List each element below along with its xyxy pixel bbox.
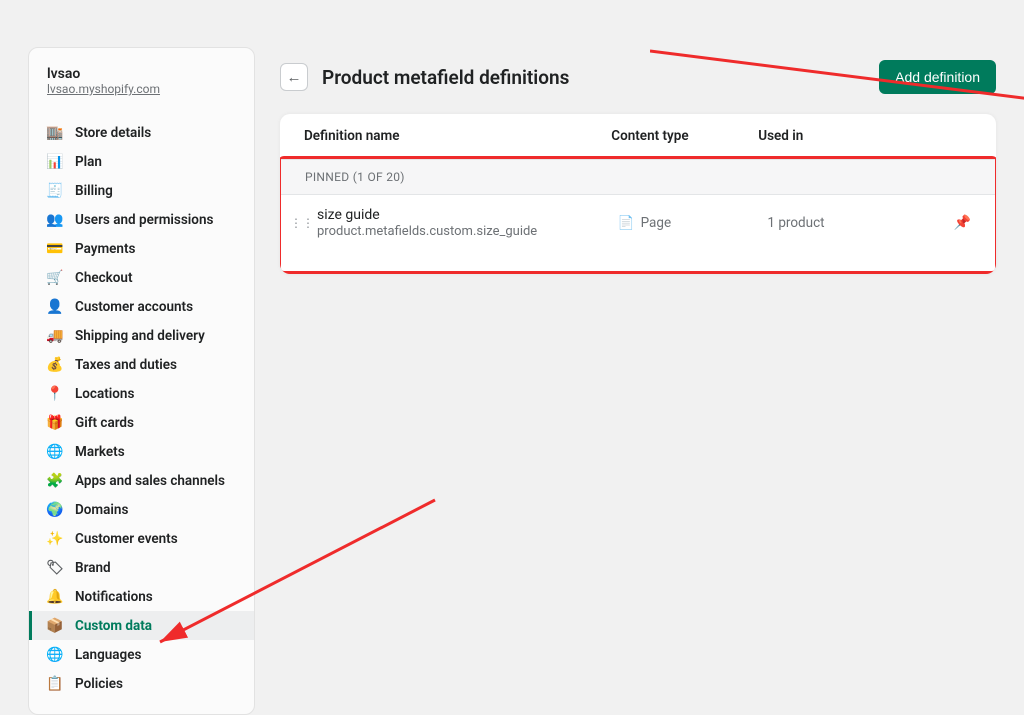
column-header-type: Content type bbox=[611, 128, 758, 144]
definition-row[interactable]: ⋮⋮size guideproduct.metafields.custom.si… bbox=[281, 195, 995, 251]
sidebar-item-label: Shipping and delivery bbox=[75, 328, 205, 344]
sidebar-item-label: Brand bbox=[75, 560, 111, 576]
sidebar-item-label: Customer accounts bbox=[75, 299, 193, 315]
sidebar-item-label: Gift cards bbox=[75, 415, 134, 431]
sidebar-item-label: Notifications bbox=[75, 589, 153, 605]
definition-used-in: 1 product bbox=[767, 215, 941, 231]
page-icon: 📄 bbox=[618, 215, 635, 231]
sidebar-item-domains[interactable]: 🌍 Domains bbox=[29, 495, 254, 524]
languages-icon: 🌐 bbox=[47, 647, 63, 663]
sidebar-item-custom-data[interactable]: 📦 Custom data bbox=[29, 611, 254, 640]
sidebar-item-apps-and-sales-channels[interactable]: 🧩 Apps and sales channels bbox=[29, 466, 254, 495]
sidebar: lvsao lvsao.myshopify.com 🏬 Store details… bbox=[28, 47, 255, 715]
markets-icon: 🌐 bbox=[47, 444, 63, 460]
sidebar-item-label: Policies bbox=[75, 676, 123, 692]
sidebar-item-label: Languages bbox=[75, 647, 141, 663]
sidebar-item-gift-cards[interactable]: 🎁 Gift cards bbox=[29, 408, 254, 437]
back-button[interactable]: ← bbox=[280, 63, 308, 91]
sidebar-item-label: Plan bbox=[75, 154, 102, 170]
sidebar-item-label: Users and permissions bbox=[75, 212, 213, 228]
shipping-and-delivery-icon: 🚚 bbox=[47, 328, 63, 344]
column-header-used: Used in bbox=[758, 128, 942, 144]
definition-name-block: size guideproduct.metafields.custom.size… bbox=[313, 207, 618, 239]
definition-key: product.metafields.custom.size_guide bbox=[317, 224, 618, 239]
sidebar-list: 🏬 Store details 📊 Plan 🧾 Billing 👥 Users and pe… bbox=[29, 118, 254, 698]
definition-content-type: 📄 Page bbox=[618, 215, 768, 231]
sidebar-item-brand[interactable]: 🏷 Brand bbox=[29, 553, 254, 582]
notifications-icon: 🔔 bbox=[47, 589, 63, 605]
plan-icon: 📊 bbox=[47, 154, 63, 170]
store-details-icon: 🏬 bbox=[47, 125, 63, 141]
sidebar-item-label: Locations bbox=[75, 386, 134, 402]
domains-icon: 🌍 bbox=[47, 502, 63, 518]
sidebar-item-customer-accounts[interactable]: 👤 Customer accounts bbox=[29, 292, 254, 321]
sidebar-item-languages[interactable]: 🌐 Languages bbox=[29, 640, 254, 669]
main-content: ← Product metafield definitions Add defi… bbox=[280, 47, 996, 715]
customer-events-icon: ✨ bbox=[47, 531, 63, 547]
users-and-permissions-icon: 👥 bbox=[47, 212, 63, 228]
sidebar-item-checkout[interactable]: 🛒 Checkout bbox=[29, 263, 254, 292]
sidebar-item-label: Taxes and duties bbox=[75, 357, 177, 373]
sidebar-item-billing[interactable]: 🧾 Billing bbox=[29, 176, 254, 205]
policies-icon: 📋 bbox=[47, 676, 63, 692]
sidebar-item-label: Billing bbox=[75, 183, 113, 199]
definition-name: size guide bbox=[317, 207, 618, 223]
locations-icon: 📍 bbox=[47, 386, 63, 402]
sidebar-item-plan[interactable]: 📊 Plan bbox=[29, 147, 254, 176]
sidebar-item-customer-events[interactable]: ✨ Customer events bbox=[29, 524, 254, 553]
customer-accounts-icon: 👤 bbox=[47, 299, 63, 315]
billing-icon: 🧾 bbox=[47, 183, 63, 199]
page-title: Product metafield definitions bbox=[322, 66, 569, 89]
sidebar-item-store-details[interactable]: 🏬 Store details bbox=[29, 118, 254, 147]
apps-and-sales-channels-icon: 🧩 bbox=[47, 473, 63, 489]
gift-cards-icon: 🎁 bbox=[47, 415, 63, 431]
sidebar-item-label: Store details bbox=[75, 125, 151, 141]
sidebar-item-label: Domains bbox=[75, 502, 128, 518]
sidebar-item-shipping-and-delivery[interactable]: 🚚 Shipping and delivery bbox=[29, 321, 254, 350]
sidebar-item-label: Checkout bbox=[75, 270, 133, 286]
checkout-icon: 🛒 bbox=[47, 270, 63, 286]
content-type-label: Page bbox=[641, 215, 672, 231]
store-url-link[interactable]: lvsao.myshopify.com bbox=[47, 82, 236, 96]
pinned-section-highlight: PINNED (1 OF 20) ⋮⋮size guideproduct.met… bbox=[280, 156, 996, 274]
taxes-and-duties-icon: 💰 bbox=[47, 357, 63, 373]
sidebar-item-notifications[interactable]: 🔔 Notifications bbox=[29, 582, 254, 611]
sidebar-item-label: Apps and sales channels bbox=[75, 473, 225, 489]
custom-data-icon: 📦 bbox=[47, 618, 63, 634]
definitions-card: Definition name Content type Used in PIN… bbox=[280, 114, 996, 274]
sidebar-item-payments[interactable]: 💳 Payments bbox=[29, 234, 254, 263]
sidebar-item-label: Payments bbox=[75, 241, 135, 257]
sidebar-item-policies[interactable]: 📋 Policies bbox=[29, 669, 254, 698]
pinned-section-label: PINNED (1 OF 20) bbox=[281, 159, 995, 195]
table-header-row: Definition name Content type Used in bbox=[280, 114, 996, 156]
sidebar-item-markets[interactable]: 🌐 Markets bbox=[29, 437, 254, 466]
brand-icon: 🏷 bbox=[47, 560, 63, 576]
pin-icon[interactable]: 📌 bbox=[941, 215, 971, 231]
sidebar-item-label: Markets bbox=[75, 444, 125, 460]
store-name: lvsao bbox=[47, 66, 236, 82]
drag-handle-icon[interactable]: ⋮⋮ bbox=[291, 216, 313, 230]
sidebar-item-taxes-and-duties[interactable]: 💰 Taxes and duties bbox=[29, 350, 254, 379]
page-header: ← Product metafield definitions Add defi… bbox=[280, 47, 996, 114]
page-header-left: ← Product metafield definitions bbox=[280, 63, 569, 91]
sidebar-item-label: Customer events bbox=[75, 531, 178, 547]
payments-icon: 💳 bbox=[47, 241, 63, 257]
arrow-left-icon: ← bbox=[287, 69, 302, 86]
sidebar-item-locations[interactable]: 📍 Locations bbox=[29, 379, 254, 408]
column-header-pin bbox=[942, 128, 972, 144]
app-root: lvsao lvsao.myshopify.com 🏬 Store details… bbox=[0, 0, 1024, 715]
sidebar-header: lvsao lvsao.myshopify.com bbox=[29, 66, 254, 110]
add-definition-button[interactable]: Add definition bbox=[879, 60, 996, 94]
sidebar-item-label: Custom data bbox=[75, 618, 152, 634]
sidebar-item-users-and-permissions[interactable]: 👥 Users and permissions bbox=[29, 205, 254, 234]
column-header-name: Definition name bbox=[304, 128, 611, 144]
